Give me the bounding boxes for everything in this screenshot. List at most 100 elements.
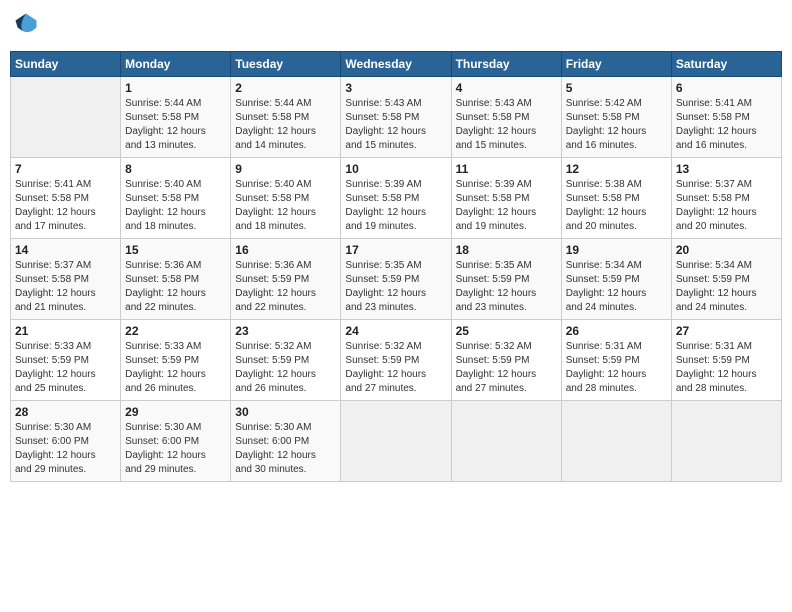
weekday-header: Friday — [561, 52, 671, 77]
day-number: 19 — [566, 243, 667, 257]
day-number: 11 — [456, 162, 557, 176]
calendar-week-row: 1 Sunrise: 5:44 AM Sunset: 5:58 PM Daylig… — [11, 77, 782, 158]
calendar-cell: 15 Sunrise: 5:36 AM Sunset: 5:58 PM Dayli… — [121, 239, 231, 320]
day-number: 5 — [566, 81, 667, 95]
calendar-cell: 9 Sunrise: 5:40 AM Sunset: 5:58 PM Daylig… — [231, 158, 341, 239]
day-info: Sunrise: 5:30 AM Sunset: 6:00 PM Dayligh… — [235, 421, 336, 477]
calendar-cell: 18 Sunrise: 5:35 AM Sunset: 5:59 PM Dayli… — [451, 239, 561, 320]
day-number: 14 — [15, 243, 116, 257]
day-info: Sunrise: 5:40 AM Sunset: 5:58 PM Dayligh… — [125, 178, 226, 234]
day-number: 26 — [566, 324, 667, 338]
calendar-cell: 22Sunrise: 5:33 AM Sunset: 5:59 PM Dayli… — [121, 320, 231, 401]
day-info: Sunrise: 5:36 AM Sunset: 5:58 PM Dayligh… — [125, 259, 226, 315]
day-number: 3 — [345, 81, 446, 95]
day-info: Sunrise: 5:30 AM Sunset: 6:00 PM Dayligh… — [125, 421, 226, 477]
day-info: Sunrise: 5:34 AM Sunset: 5:59 PM Dayligh… — [566, 259, 667, 315]
day-number: 23 — [235, 324, 336, 338]
calendar-cell: 4 Sunrise: 5:43 AM Sunset: 5:58 PM Daylig… — [451, 77, 561, 158]
day-info: Sunrise: 5:34 AM Sunset: 5:59 PM Dayligh… — [676, 259, 777, 315]
day-number: 10 — [345, 162, 446, 176]
calendar-cell: 2Sunrise: 5:44 AM Sunset: 5:58 PM Daylig… — [231, 77, 341, 158]
day-number: 12 — [566, 162, 667, 176]
weekday-header-row: SundayMondayTuesdayWednesdayThursdayFrid… — [11, 52, 782, 77]
day-info: Sunrise: 5:31 AM Sunset: 5:59 PM Dayligh… — [676, 340, 777, 396]
day-info: Sunrise: 5:35 AM Sunset: 5:59 PM Dayligh… — [345, 259, 446, 315]
day-info: Sunrise: 5:35 AM Sunset: 5:59 PM Dayligh… — [456, 259, 557, 315]
calendar-cell: 8 Sunrise: 5:40 AM Sunset: 5:58 PM Daylig… — [121, 158, 231, 239]
logo-icon — [12, 10, 40, 38]
calendar-cell: 10 Sunrise: 5:39 AM Sunset: 5:58 PM Dayli… — [341, 158, 451, 239]
day-info: Sunrise: 5:37 AM Sunset: 5:58 PM Dayligh… — [15, 259, 116, 315]
calendar-cell: 7 Sunrise: 5:41 AM Sunset: 5:58 PM Daylig… — [11, 158, 121, 239]
calendar-cell: 25 Sunrise: 5:32 AM Sunset: 5:59 PM Dayli… — [451, 320, 561, 401]
day-info: Sunrise: 5:39 AM Sunset: 5:58 PM Dayligh… — [345, 178, 446, 234]
calendar-cell: 19 Sunrise: 5:34 AM Sunset: 5:59 PM Dayli… — [561, 239, 671, 320]
calendar-week-row: 21 Sunrise: 5:33 AM Sunset: 5:59 PM Dayli… — [11, 320, 782, 401]
weekday-header: Saturday — [671, 52, 781, 77]
day-number: 16 — [235, 243, 336, 257]
day-info: Sunrise: 5:42 AM Sunset: 5:58 PM Dayligh… — [566, 97, 667, 153]
calendar-cell: 13 Sunrise: 5:37 AM Sunset: 5:58 PM Dayli… — [671, 158, 781, 239]
day-number: 29 — [125, 405, 226, 419]
calendar-cell: 26 Sunrise: 5:31 AM Sunset: 5:59 PM Dayli… — [561, 320, 671, 401]
day-info: Sunrise: 5:32 AM Sunset: 5:59 PM Dayligh… — [345, 340, 446, 396]
calendar-cell: 17 Sunrise: 5:35 AM Sunset: 5:59 PM Dayli… — [341, 239, 451, 320]
day-info: Sunrise: 5:38 AM Sunset: 5:58 PM Dayligh… — [566, 178, 667, 234]
page-header — [10, 10, 782, 43]
day-info: Sunrise: 5:33 AM Sunset: 5:59 PM Dayligh… — [125, 340, 226, 396]
day-number: 13 — [676, 162, 777, 176]
day-number: 15 — [125, 243, 226, 257]
day-info: Sunrise: 5:44 AM Sunset: 5:58 PM Dayligh… — [125, 97, 226, 153]
calendar-cell: 23 Sunrise: 5:32 AM Sunset: 5:59 PM Dayli… — [231, 320, 341, 401]
weekday-header: Thursday — [451, 52, 561, 77]
day-info: Sunrise: 5:33 AM Sunset: 5:59 PM Dayligh… — [15, 340, 116, 396]
day-info: Sunrise: 5:30 AM Sunset: 6:00 PM Dayligh… — [15, 421, 116, 477]
weekday-header: Tuesday — [231, 52, 341, 77]
day-number: 1 — [125, 81, 226, 95]
day-number: 2 — [235, 81, 336, 95]
day-number: 8 — [125, 162, 226, 176]
day-number: 18 — [456, 243, 557, 257]
day-number: 25 — [456, 324, 557, 338]
day-number: 17 — [345, 243, 446, 257]
day-info: Sunrise: 5:41 AM Sunset: 5:58 PM Dayligh… — [15, 178, 116, 234]
calendar-cell: 16 Sunrise: 5:36 AM Sunset: 5:59 PM Dayli… — [231, 239, 341, 320]
day-info: Sunrise: 5:32 AM Sunset: 5:59 PM Dayligh… — [235, 340, 336, 396]
day-number: 9 — [235, 162, 336, 176]
calendar-cell — [11, 77, 121, 158]
calendar-cell — [671, 401, 781, 482]
weekday-header: Sunday — [11, 52, 121, 77]
day-number: 21 — [15, 324, 116, 338]
day-info: Sunrise: 5:43 AM Sunset: 5:58 PM Dayligh… — [456, 97, 557, 153]
day-number: 28 — [15, 405, 116, 419]
calendar-cell: 27 Sunrise: 5:31 AM Sunset: 5:59 PM Dayli… — [671, 320, 781, 401]
calendar-cell: 20 Sunrise: 5:34 AM Sunset: 5:59 PM Dayli… — [671, 239, 781, 320]
calendar-cell: 30Sunrise: 5:30 AM Sunset: 6:00 PM Dayli… — [231, 401, 341, 482]
day-info: Sunrise: 5:32 AM Sunset: 5:59 PM Dayligh… — [456, 340, 557, 396]
weekday-header: Monday — [121, 52, 231, 77]
calendar-cell: 24 Sunrise: 5:32 AM Sunset: 5:59 PM Dayli… — [341, 320, 451, 401]
day-info: Sunrise: 5:37 AM Sunset: 5:58 PM Dayligh… — [676, 178, 777, 234]
day-number: 7 — [15, 162, 116, 176]
day-number: 27 — [676, 324, 777, 338]
day-info: Sunrise: 5:39 AM Sunset: 5:58 PM Dayligh… — [456, 178, 557, 234]
day-info: Sunrise: 5:40 AM Sunset: 5:58 PM Dayligh… — [235, 178, 336, 234]
day-number: 20 — [676, 243, 777, 257]
calendar-week-row: 7 Sunrise: 5:41 AM Sunset: 5:58 PM Daylig… — [11, 158, 782, 239]
calendar-cell: 11 Sunrise: 5:39 AM Sunset: 5:58 PM Dayli… — [451, 158, 561, 239]
calendar-cell: 1 Sunrise: 5:44 AM Sunset: 5:58 PM Daylig… — [121, 77, 231, 158]
calendar-cell: 29 Sunrise: 5:30 AM Sunset: 6:00 PM Dayli… — [121, 401, 231, 482]
day-info: Sunrise: 5:41 AM Sunset: 5:58 PM Dayligh… — [676, 97, 777, 153]
calendar-cell: 6 Sunrise: 5:41 AM Sunset: 5:58 PM Daylig… — [671, 77, 781, 158]
calendar-cell: 3 Sunrise: 5:43 AM Sunset: 5:58 PM Daylig… — [341, 77, 451, 158]
day-info: Sunrise: 5:36 AM Sunset: 5:59 PM Dayligh… — [235, 259, 336, 315]
calendar-cell — [561, 401, 671, 482]
calendar-cell — [341, 401, 451, 482]
day-number: 6 — [676, 81, 777, 95]
calendar-table: SundayMondayTuesdayWednesdayThursdayFrid… — [10, 51, 782, 482]
logo — [10, 10, 40, 43]
day-info: Sunrise: 5:31 AM Sunset: 5:59 PM Dayligh… — [566, 340, 667, 396]
day-number: 24 — [345, 324, 446, 338]
day-info: Sunrise: 5:43 AM Sunset: 5:58 PM Dayligh… — [345, 97, 446, 153]
day-number: 4 — [456, 81, 557, 95]
